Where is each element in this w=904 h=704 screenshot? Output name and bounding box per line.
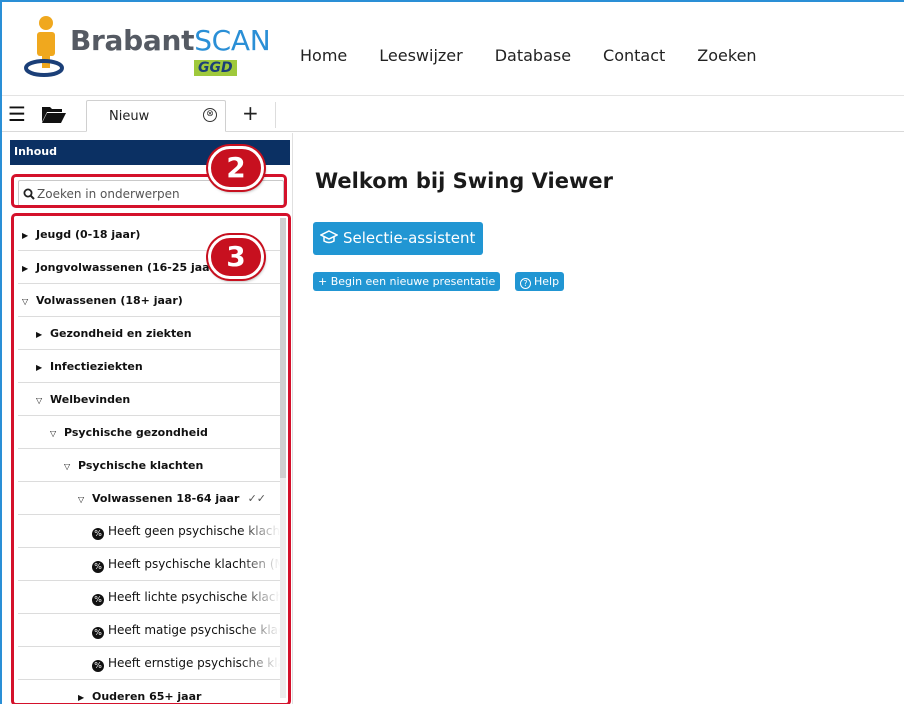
nav-leeswijzer[interactable]: Leeswijzer bbox=[379, 46, 462, 65]
tab-nieuw[interactable]: Nieuw ⊗ bbox=[86, 100, 226, 132]
new-presentation-button[interactable]: + Begin een nieuwe presentatie bbox=[313, 272, 501, 291]
logo-brand-light: SCAN bbox=[194, 24, 271, 57]
hamburger-menu-icon[interactable]: ☰ bbox=[8, 104, 26, 124]
nav-zoeken[interactable]: Zoeken bbox=[697, 46, 756, 65]
selectie-assistent-label: Selectie-assistent bbox=[343, 229, 476, 247]
site-header: BrabantSCAN GGD Home Leeswijzer Database… bbox=[2, 2, 904, 96]
logo-brand-bold: Brabant bbox=[70, 24, 195, 57]
tab-divider bbox=[275, 102, 276, 128]
tab-label: Nieuw bbox=[109, 109, 150, 124]
help-label: Help bbox=[534, 275, 560, 288]
help-button[interactable]: ? Help bbox=[515, 272, 565, 291]
graduation-cap-icon bbox=[319, 222, 339, 255]
selectie-assistent-button[interactable]: Selectie-assistent bbox=[313, 222, 483, 255]
add-tab-button[interactable]: + bbox=[242, 103, 259, 123]
nav-database[interactable]: Database bbox=[495, 46, 571, 65]
main-content: Welkom bij Swing Viewer Selectie-assiste… bbox=[292, 133, 904, 704]
annotation-box-tree bbox=[11, 213, 291, 704]
brabantscan-logo[interactable]: BrabantSCAN GGD bbox=[22, 14, 271, 84]
open-folder-icon[interactable] bbox=[41, 104, 67, 124]
tab-bar: ☰ Nieuw ⊗ + bbox=[2, 98, 904, 132]
nav-contact[interactable]: Contact bbox=[603, 46, 665, 65]
annotation-badge-2: 2 bbox=[208, 146, 264, 190]
ggd-logo: GGD bbox=[194, 60, 237, 76]
page-title: Welkom bij Swing Viewer bbox=[315, 169, 613, 193]
nav-home[interactable]: Home bbox=[300, 46, 347, 65]
app-frame: BrabantSCAN GGD Home Leeswijzer Database… bbox=[0, 0, 904, 704]
main-nav: Home Leeswijzer Database Contact Zoeken bbox=[300, 46, 757, 65]
person-location-icon bbox=[24, 16, 64, 77]
logo-title: BrabantSCAN bbox=[70, 24, 271, 57]
annotation-badge-3: 3 bbox=[208, 235, 264, 279]
help-circle-icon: ? bbox=[520, 278, 531, 289]
tab-close-icon[interactable]: ⊗ bbox=[203, 108, 217, 122]
